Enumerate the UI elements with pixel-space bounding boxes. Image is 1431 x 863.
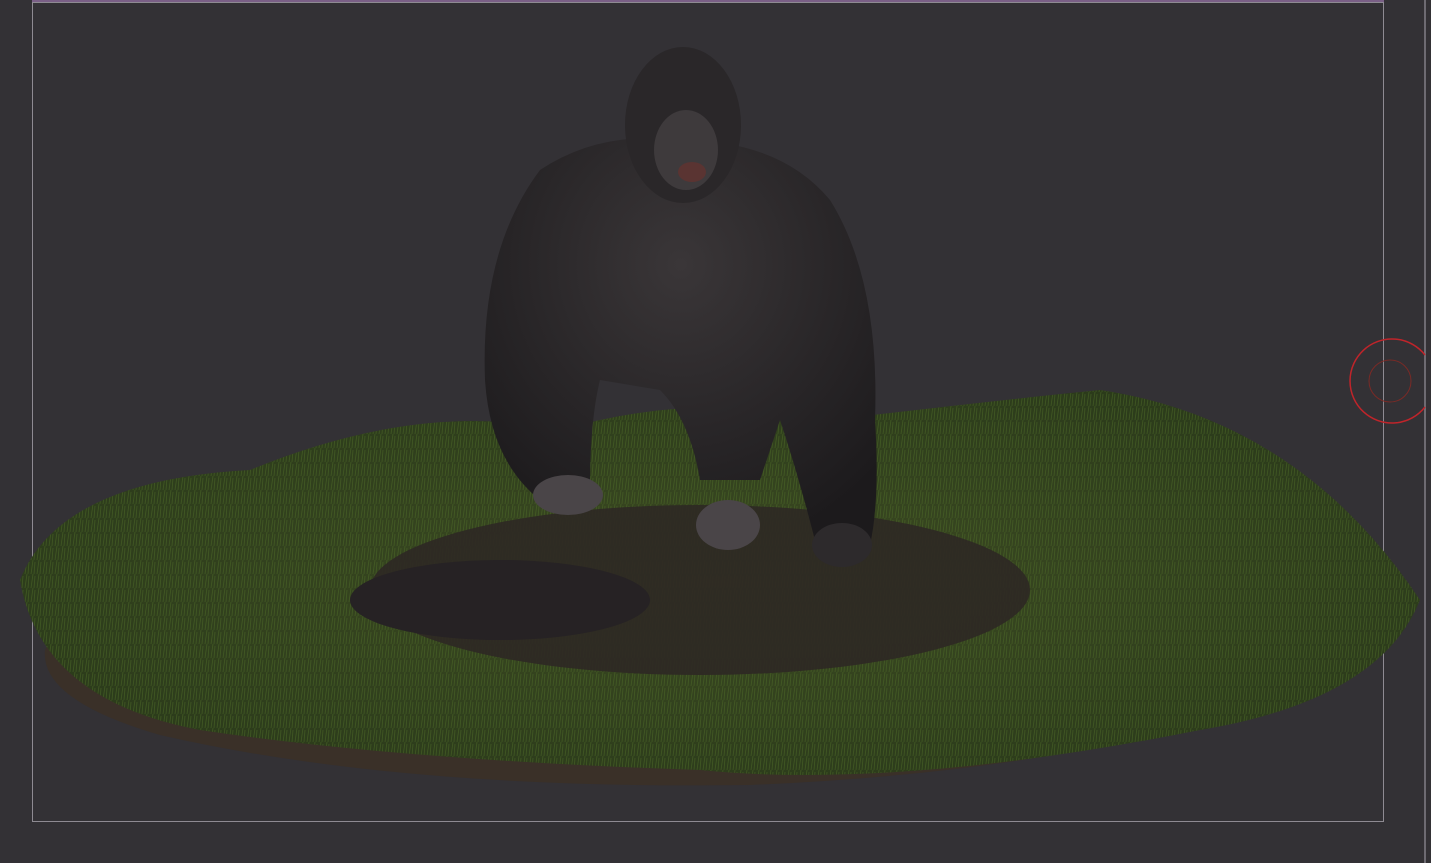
3d-viewport[interactable] (0, 0, 1431, 863)
scene-render[interactable] (0, 0, 1431, 863)
navigation-orbit-icon[interactable] (1349, 338, 1426, 424)
